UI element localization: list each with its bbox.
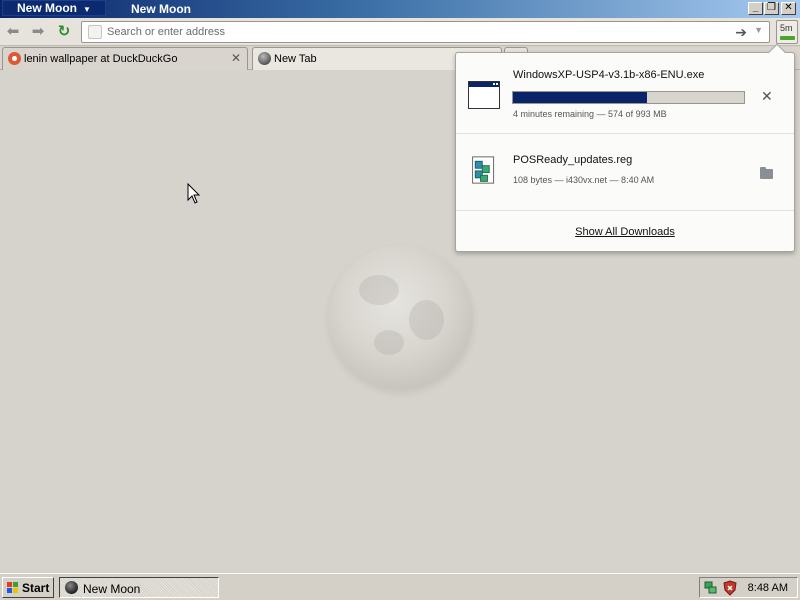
tab-label: New Tab [274,53,317,65]
chevron-down-icon: ▼ [83,5,91,14]
tab-label: lenin wallpaper at DuckDuckGo [24,53,178,65]
download-filename: WindowsXP-USP4-v3.1b-x86-ENU.exe [513,69,705,81]
security-shield-icon[interactable] [723,580,737,596]
duckduckgo-icon [8,52,21,65]
forward-button[interactable]: ➡ [28,22,48,42]
globe-icon [258,52,271,65]
new-moon-icon [65,581,78,594]
start-button[interactable]: Start [2,577,54,598]
cancel-download-icon[interactable]: ✕ [761,88,773,105]
restore-button[interactable]: ❐ [764,2,779,15]
address-placeholder: Search or enter address [107,26,226,38]
taskbar: Start New Moon 8:48 AM [0,573,800,600]
back-button[interactable]: ⬅ [3,22,23,42]
start-label: Start [22,581,50,595]
taskbar-item-label: New Moon [83,582,141,596]
system-tray: 8:48 AM [699,577,798,598]
downloads-panel: WindowsXP-USP4-v3.1b-x86-ENU.exe 4 minut… [455,43,795,252]
back-arrow-icon: ⬅ [6,23,20,40]
app-menu-button[interactable]: New Moon ▼ [2,0,106,16]
registry-file-icon [472,156,495,184]
downloads-progress-indicator [780,36,795,40]
title-bar: New Moon ▼ New Moon _ ❐ ✕ [0,0,800,18]
downloads-time-remaining: 5m [780,23,793,33]
downloads-button[interactable]: 5m [776,20,798,44]
window-title: New Moon [131,2,191,16]
network-icon[interactable] [704,581,718,595]
moon-crater [409,300,444,340]
clock: 8:48 AM [747,582,788,594]
reload-button[interactable]: ↻ [54,22,74,42]
moon-logo [329,245,473,389]
open-folder-icon[interactable] [760,167,773,179]
taskbar-item-new-moon[interactable]: New Moon [59,577,219,598]
dropdown-arrow-icon[interactable]: ▼ [754,25,763,35]
close-button[interactable]: ✕ [781,2,796,15]
download-status: 4 minutes remaining — 574 of 993 MB [513,109,667,119]
tab-close-icon[interactable]: ✕ [231,51,241,65]
download-progress-fill [513,92,647,103]
executable-file-icon [468,81,500,109]
reload-icon: ↻ [57,23,71,40]
forward-arrow-icon: ➡ [31,23,45,40]
address-bar[interactable]: Search or enter address ➔ ▼ [81,21,770,43]
download-status: 108 bytes — i430vx.net — 8:40 AM [513,175,655,185]
download-item[interactable]: WindowsXP-USP4-v3.1b-x86-ENU.exe 4 minut… [456,53,794,133]
mouse-pointer-icon [187,183,201,204]
download-progress-bar [512,91,745,104]
app-menu-label: New Moon [17,1,77,15]
moon-crater [359,275,399,305]
divider [456,210,794,211]
windows-logo-icon [7,582,18,593]
identity-icon[interactable] [88,25,102,39]
go-arrow-icon[interactable]: ➔ [735,24,747,41]
minimize-button[interactable]: _ [748,2,763,15]
show-all-downloads-button[interactable]: Show All Downloads [456,226,794,238]
download-filename: POSReady_updates.reg [513,154,633,166]
download-item[interactable]: POSReady_updates.reg 108 bytes — i430vx.… [456,134,794,210]
moon-crater [374,330,404,355]
tab-duckduckgo[interactable]: lenin wallpaper at DuckDuckGo ✕ [2,47,248,70]
